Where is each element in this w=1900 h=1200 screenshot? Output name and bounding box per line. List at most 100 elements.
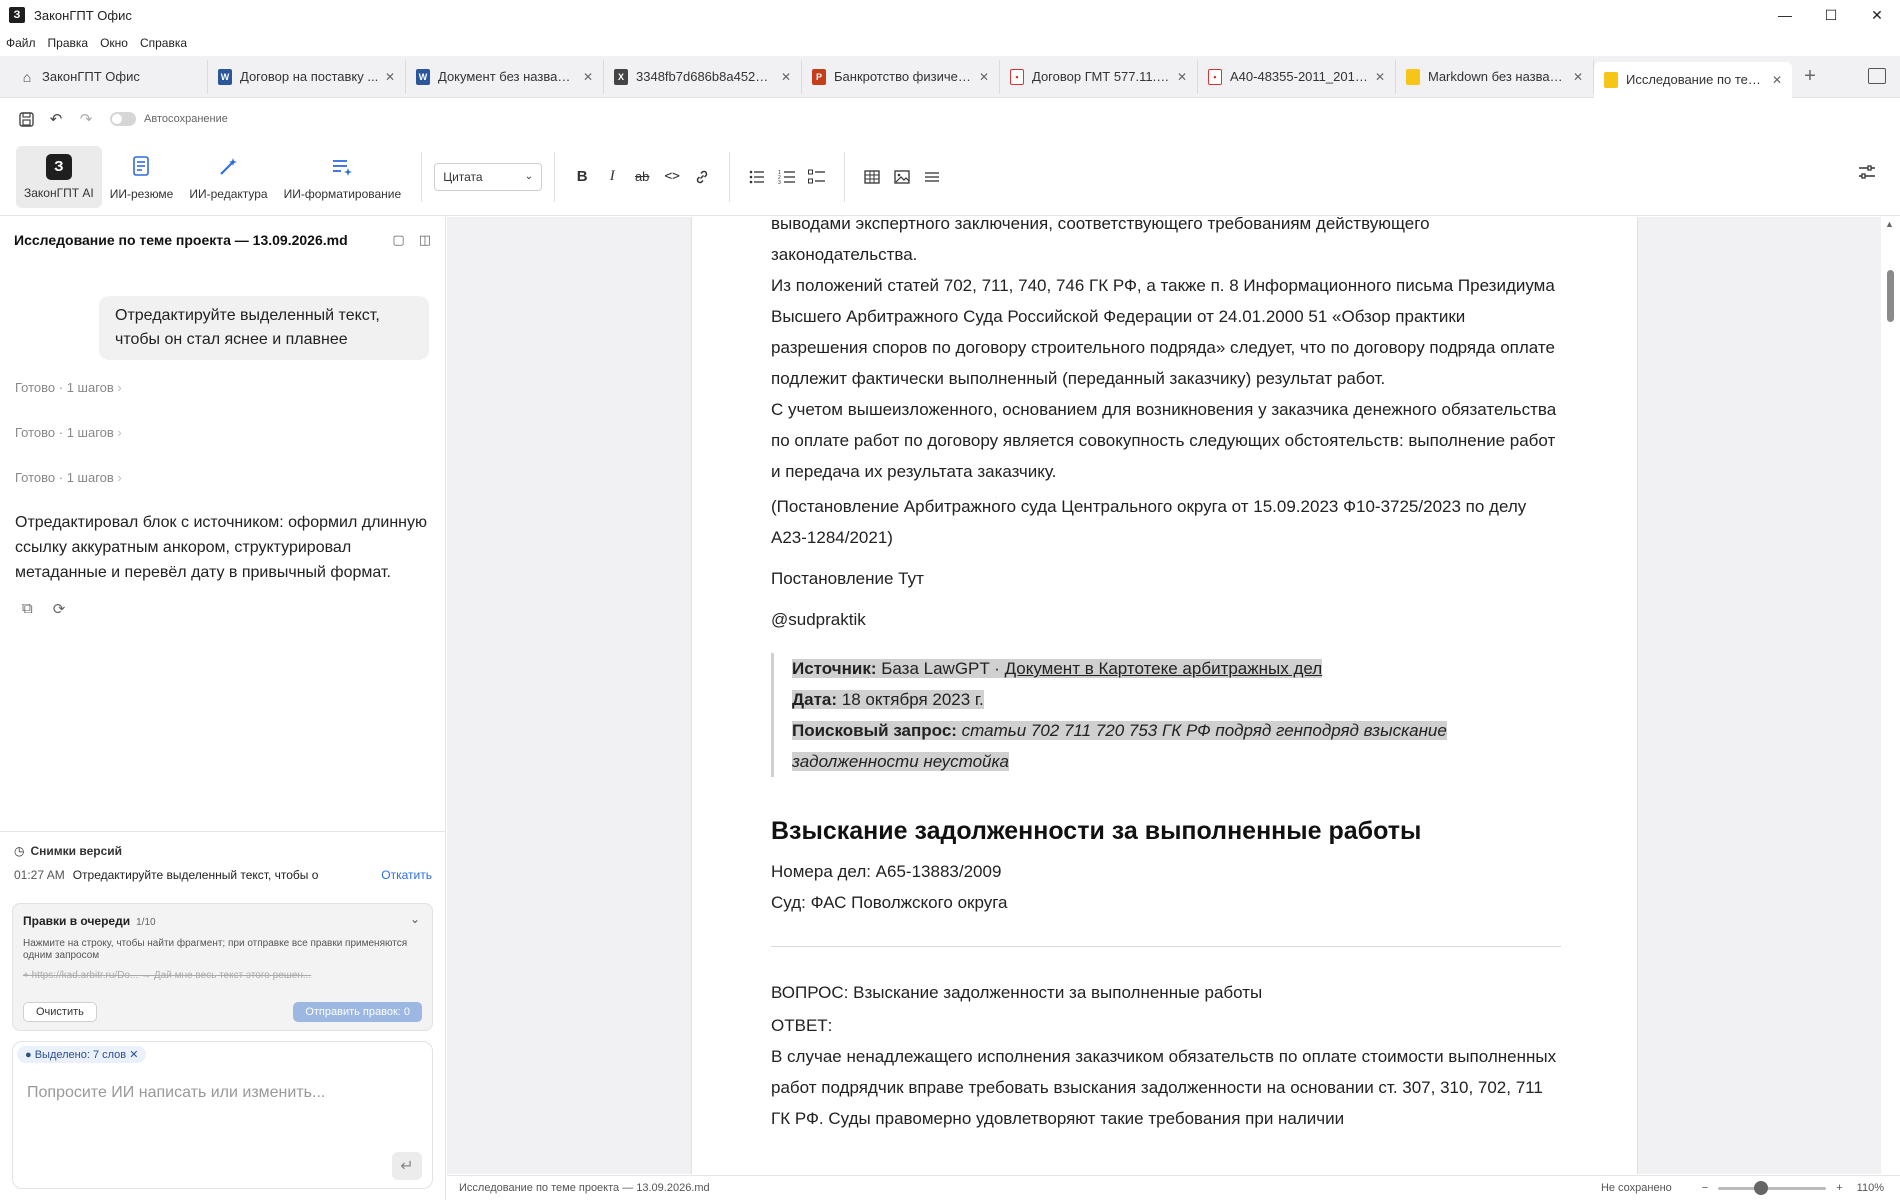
autosave-toggle[interactable]	[110, 112, 136, 126]
version-time: 01:27 AM	[14, 868, 65, 882]
menu-window[interactable]: Окно	[100, 36, 128, 50]
close-icon[interactable]: ✕	[1772, 73, 1782, 87]
zoom-control: − + 110%	[1702, 1180, 1884, 1195]
close-icon[interactable]: ✕	[583, 70, 593, 84]
divider	[771, 946, 1561, 947]
new-tab-button[interactable]: +	[1792, 65, 1828, 88]
chevron-down-icon[interactable]: ⌄	[410, 912, 420, 926]
document-page[interactable]: выводами экспертного заключения, соответ…	[691, 217, 1638, 1174]
ai-format-button[interactable]: ИИ-форматирование	[276, 146, 410, 208]
excel-icon: X	[614, 68, 628, 85]
undo-icon[interactable]: ↶	[46, 109, 66, 129]
ai-step-status[interactable]: Готово · 1 шагов ›	[15, 425, 122, 440]
close-icon[interactable]: ✕	[1375, 70, 1385, 84]
image-icon[interactable]	[887, 162, 917, 192]
ribbon-toolbar: З ЗаконГПТ AI ИИ-резюме ИИ-редактура ИИ-…	[0, 138, 1900, 216]
link-icon[interactable]	[687, 162, 717, 192]
ai-step-status[interactable]: Готово · 1 шагов ›	[15, 380, 122, 395]
source-blockquote: Источник: База LawGPT · Документ в Карто…	[771, 653, 1561, 777]
menu-file[interactable]: Файл	[6, 36, 36, 50]
chat-composer[interactable]: ● Выделено: 7 слов ✕ Попросите ИИ написа…	[12, 1041, 433, 1189]
chat-input[interactable]: Попросите ИИ написать или изменить...	[27, 1084, 325, 1102]
maximize-button[interactable]: ☐	[1808, 0, 1854, 30]
code-icon[interactable]: <>	[657, 162, 687, 192]
ai-edit-button[interactable]: ИИ-редактура	[181, 146, 275, 208]
source-link[interactable]: Документ в Картотеке арбитражных дел	[1005, 659, 1323, 678]
settings-sliders-icon[interactable]	[1858, 164, 1876, 185]
version-text: Отредактируйте выделенный текст, чтобы о	[72, 868, 319, 882]
paragraph: С учетом вышеизложенного, основанием для…	[771, 400, 1557, 481]
tab-home[interactable]: ⌂ ЗаконГПТ Офис	[10, 59, 208, 94]
tab-document[interactable]: W Документ без названия ✕	[406, 59, 604, 94]
save-icon[interactable]	[16, 109, 36, 129]
zoom-in-button[interactable]: +	[1836, 1182, 1842, 1194]
menu-edit[interactable]: Правка	[48, 36, 89, 50]
close-icon[interactable]: ✕	[1573, 70, 1583, 84]
tab-label: Банкротство физическ...	[834, 69, 973, 84]
horizontal-rule-icon[interactable]	[917, 162, 947, 192]
tab-document[interactable]: P Банкротство физическ... ✕	[802, 59, 1000, 94]
scroll-up-icon[interactable]: ▲	[1885, 219, 1894, 229]
status-bar: Исследование по теме проекта — 13.09.202…	[447, 1175, 1900, 1200]
chip-label: Выделено: 7 слов	[34, 1049, 127, 1061]
minimize-button[interactable]: —	[1762, 0, 1808, 30]
quick-access-bar: ↶ ↷ Автосохранение	[0, 104, 228, 134]
tab-document[interactable]: ▪ Договор ГМТ 577.11.2... ✕	[1000, 59, 1198, 94]
sidebar-toggle-icon[interactable]	[1868, 68, 1886, 84]
redo-icon[interactable]: ↷	[76, 109, 96, 129]
zakongpt-ai-button[interactable]: З ЗаконГПТ AI	[16, 145, 102, 208]
menu-help[interactable]: Справка	[140, 36, 187, 50]
collapse-panel-icon[interactable]: ◫	[419, 232, 431, 248]
zoom-out-button[interactable]: −	[1702, 1182, 1708, 1194]
paragraph: @sudpraktik	[771, 610, 866, 629]
scroll-thumb[interactable]	[1887, 270, 1894, 322]
pdf-icon: ▪	[1208, 68, 1222, 85]
table-icon[interactable]	[857, 162, 887, 192]
vertical-scrollbar[interactable]: ▲	[1881, 217, 1900, 1174]
zoom-slider-knob[interactable]	[1754, 1180, 1769, 1195]
send-message-button[interactable]: ↵	[392, 1152, 422, 1180]
tab-label: 3348fb7d686b8a4523e...	[636, 69, 775, 84]
close-icon[interactable]: ✕	[979, 70, 989, 84]
close-window-button[interactable]: ✕	[1854, 0, 1900, 30]
numbered-list-icon[interactable]: 123	[772, 162, 802, 192]
queue-item[interactable]: + https://kad.arbitr.ru/Do... → Дай мне …	[23, 970, 422, 981]
window-controls: — ☐ ✕	[1762, 0, 1900, 30]
selection-chip[interactable]: ● Выделено: 7 слов ✕	[17, 1046, 147, 1063]
paragraph-style-select[interactable]: Цитата ⌄	[434, 162, 543, 191]
tab-label: Договор на поставку ...	[240, 69, 379, 84]
version-snapshots: ◷ Снимки версий 01:27 AM Отредактируйте …	[0, 831, 446, 894]
chevron-right-icon: ›	[117, 380, 122, 395]
rollback-button[interactable]: Откатить	[381, 868, 432, 882]
send-edits-button[interactable]: Отправить правок: 0	[293, 1002, 422, 1022]
clear-queue-button[interactable]: Очистить	[23, 1002, 97, 1022]
strikethrough-button[interactable]: ab	[627, 162, 657, 192]
checklist-icon[interactable]	[802, 162, 832, 192]
magic-wand-icon	[214, 153, 242, 181]
queue-count: 1/10	[136, 917, 156, 928]
bullet-list-icon[interactable]	[742, 162, 772, 192]
new-chat-icon[interactable]: ▢	[392, 232, 404, 248]
tab-document[interactable]: ▪ А40-48355-2011_2018... ✕	[1198, 59, 1396, 94]
document-content[interactable]: выводами экспертного заключения, соответ…	[771, 217, 1561, 1134]
zoom-slider[interactable]	[1718, 1180, 1827, 1195]
italic-button[interactable]: I	[597, 162, 627, 192]
ai-summary-button[interactable]: ИИ-резюме	[102, 146, 182, 208]
tab-document[interactable]: X 3348fb7d686b8a4523e... ✕	[604, 59, 802, 94]
copy-icon[interactable]: ⧉	[22, 600, 33, 618]
ai-reply: Отредактировал блок с источником: оформи…	[15, 514, 428, 581]
remove-chip-icon[interactable]: ✕	[129, 1049, 138, 1061]
tab-document[interactable]: W Договор на поставку ... ✕	[208, 59, 406, 94]
close-icon[interactable]: ✕	[385, 70, 395, 84]
tab-active-document[interactable]: Исследование по теме... ✕	[1594, 61, 1792, 98]
answer-label: ОТВЕТ:	[771, 1016, 833, 1035]
edit-queue: Правки в очереди 1/10 ⌄ Нажмите на строку…	[12, 903, 433, 1031]
tab-document[interactable]: Markdown без названия ✕	[1396, 59, 1594, 94]
ai-step-status[interactable]: Готово · 1 шагов ›	[15, 470, 122, 485]
close-icon[interactable]: ✕	[781, 70, 791, 84]
close-icon[interactable]: ✕	[1177, 70, 1187, 84]
tab-label: Markdown без названия	[1428, 69, 1567, 84]
bold-button[interactable]: B	[567, 162, 597, 192]
separator	[729, 151, 731, 202]
regenerate-icon[interactable]: ⟳	[53, 600, 66, 618]
